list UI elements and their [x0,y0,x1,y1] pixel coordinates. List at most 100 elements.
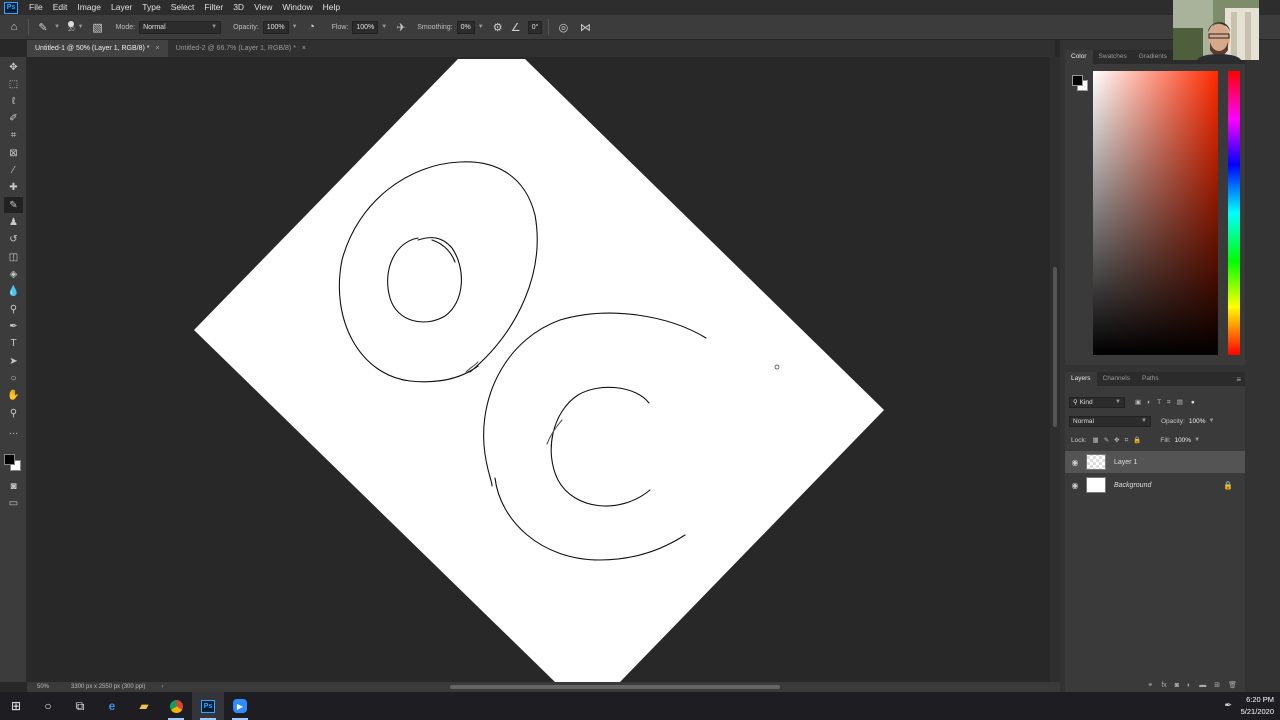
chevron-down-icon[interactable]: ▼ [54,24,60,30]
pen-tool-icon[interactable]: ✒ [4,318,23,334]
chevron-down-icon[interactable]: ▼ [78,24,84,30]
flow-field[interactable]: 100% [352,20,379,34]
link-layers-icon[interactable]: ⚭ [1147,681,1153,689]
quick-mask-icon[interactable]: ◙ [4,478,23,494]
vertical-scrollbar[interactable] [1050,57,1060,682]
layer-mask-icon[interactable]: ◙ [1175,682,1179,689]
angle-field[interactable]: 0° [527,20,543,34]
canvas-drawing[interactable] [27,57,1050,682]
canvas-area[interactable] [27,57,1050,682]
clone-stamp-tool-icon[interactable]: ♟ [4,214,23,230]
menu-3d[interactable]: 3D [228,0,249,15]
menu-edit[interactable]: Edit [48,0,73,15]
eye-icon[interactable]: ◉ [1069,458,1081,467]
layer-style-icon[interactable]: fx [1161,682,1166,689]
home-icon[interactable]: ⌂ [6,19,22,35]
layer-row-background[interactable]: ◉ Background 🔒 [1065,474,1245,496]
menu-image[interactable]: Image [72,0,106,15]
more-tools-icon[interactable]: … [4,423,23,439]
trash-icon[interactable]: 🗑 [1228,681,1237,689]
fill-value[interactable]: 100% [1174,437,1191,444]
filter-kind-select[interactable]: ⚲ Kind ▼ [1069,396,1125,408]
tab-untitled-2[interactable]: Untitled-2 @ 66.7% (Layer 1, RGB/8) * × [168,40,314,57]
ellipse-tool-icon[interactable]: ○ [4,370,23,386]
gear-icon[interactable]: ⚙ [490,19,506,35]
pressure-size-icon[interactable]: ◎ [555,19,571,35]
chevron-down-icon[interactable]: ▼ [478,24,484,30]
chevron-down-icon[interactable]: ▼ [1194,437,1200,443]
photoshop-logo-icon[interactable]: Ps [4,1,18,14]
lasso-tool-icon[interactable]: ℓ [4,93,23,109]
layer-row-layer-1[interactable]: ◉ Layer 1 [1065,451,1245,473]
eraser-tool-icon[interactable]: ◫ [4,249,23,265]
panel-menu-icon[interactable]: ≡ [1236,375,1241,384]
pen-tray-icon[interactable]: ✒ [1224,700,1232,711]
tab-channels[interactable]: Channels [1097,372,1136,386]
rotated-document-canvas[interactable] [194,59,884,682]
document-info[interactable]: 3300 px x 2550 px (300 ppi) [71,684,145,690]
history-brush-tool-icon[interactable]: ↺ [4,231,23,247]
photoshop-taskbar-icon[interactable]: Ps [192,692,224,720]
menu-filter[interactable]: Filter [199,0,228,15]
chevron-down-icon[interactable]: ▼ [1208,418,1214,424]
task-view-icon[interactable]: ⧉ [64,692,96,720]
chevron-down-icon[interactable]: ▼ [292,24,298,30]
opacity-value[interactable]: 100% [1189,418,1206,425]
opacity-field[interactable]: 100% [262,20,289,34]
pressure-opacity-icon[interactable]: ◔ [304,19,320,35]
frame-tool-icon[interactable]: ⊠ [4,145,23,161]
move-tool-icon[interactable]: ✥ [4,59,23,75]
paint-bucket-tool-icon[interactable]: ◈ [4,266,23,282]
color-field[interactable] [1093,71,1218,355]
tab-paths[interactable]: Paths [1136,372,1165,386]
crop-tool-icon[interactable]: ⌗ [4,127,23,143]
blur-tool-icon[interactable]: 💧 [4,283,23,299]
quick-selection-tool-icon[interactable]: ✐ [4,110,23,126]
zoom-app-icon[interactable]: ▶ [224,692,256,720]
chrome-icon[interactable] [160,692,192,720]
windows-start-icon[interactable]: ⊞ [0,692,32,720]
menu-help[interactable]: Help [318,0,345,15]
file-explorer-icon[interactable]: ▰ [128,692,160,720]
zoom-level[interactable]: 50% [37,684,49,690]
blend-mode-select[interactable]: Normal ▼ [1069,415,1151,427]
tab-gradients[interactable]: Gradients [1133,50,1173,64]
foreground-color-swatch[interactable] [1072,75,1083,86]
smoothing-field[interactable]: 0% [456,20,475,34]
lock-icon[interactable]: 🔒 [1223,481,1233,490]
brush-tool-icon[interactable]: ✎ [4,197,23,213]
system-clock[interactable]: 6:20 PM 5/21/2020 [1241,694,1274,718]
hue-slider[interactable] [1228,71,1240,355]
menu-select[interactable]: Select [166,0,200,15]
eye-icon[interactable]: ◉ [1069,481,1081,490]
screen-mode-icon[interactable]: ▭ [4,495,23,511]
eyedropper-tool-icon[interactable]: ⁄ [4,162,23,178]
brush-settings-icon[interactable]: ▧ [90,19,106,35]
brush-preset-picker[interactable]: 20 [68,21,75,33]
search-icon[interactable]: ○ [32,692,64,720]
new-layer-icon[interactable]: ⊞ [1214,681,1220,689]
zoom-tool-icon[interactable]: ⚲ [4,405,23,421]
menu-layer[interactable]: Layer [106,0,137,15]
symmetry-icon[interactable]: ⋈ [577,19,593,35]
path-selection-tool-icon[interactable]: ➤ [4,353,23,369]
dodge-tool-icon[interactable]: ⚲ [4,301,23,317]
menu-window[interactable]: Window [277,0,317,15]
menu-type[interactable]: Type [137,0,165,15]
group-folder-icon[interactable]: ▬ [1199,682,1206,689]
menu-file[interactable]: File [24,0,48,15]
brush-tool-icon[interactable]: ✎ [35,19,51,35]
tab-untitled-1[interactable]: Untitled-1 @ 50% (Layer 1, RGB/8) * × [27,40,168,57]
horizontal-scrollbar-thumb[interactable] [450,685,780,689]
chevron-right-icon[interactable]: › [161,684,163,690]
mode-select[interactable]: Normal ▼ [139,20,222,34]
airbrush-icon[interactable]: ✈ [393,19,409,35]
layer-filter-icons[interactable]: ▣◐T⌗▤ [1135,398,1189,407]
foreground-color-swatch[interactable] [4,454,15,465]
close-icon[interactable]: × [156,45,160,52]
adjustment-layer-icon[interactable]: ◐ [1187,682,1191,689]
tab-swatches[interactable]: Swatches [1093,50,1133,64]
edge-browser-icon[interactable]: e [96,692,128,720]
chevron-down-icon[interactable]: ▼ [381,24,387,30]
scrollbar-thumb[interactable] [1053,267,1057,427]
